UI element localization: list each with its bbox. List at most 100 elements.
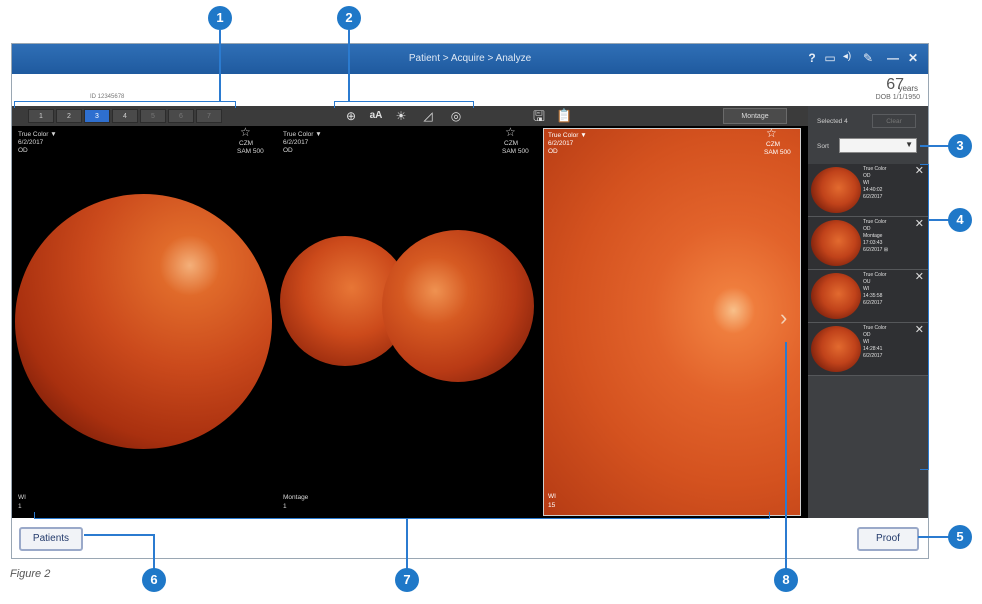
next-image-chevron-icon[interactable]: › [780,305,787,331]
thumbnail-image [811,167,861,213]
sort-label: Sort [817,143,829,150]
callout-bracket-1-right [235,101,236,108]
callout-5: 5 [948,525,972,549]
clipboard-icon[interactable]: 📋 [556,108,572,124]
page-button-1[interactable]: 1 [28,109,54,123]
thumbnail-item[interactable]: True Color OD WI 14:40:02 6/2/2017 ✕ [808,164,928,217]
pane-device: CZM [239,140,254,147]
patients-button[interactable]: Patients [19,527,83,551]
callout-1: 1 [208,6,232,30]
age-unit: years [898,84,918,93]
pane-mode[interactable]: True Color ▼ [283,131,322,139]
pane-eye: OD [548,148,558,155]
image-pane-1[interactable]: True Color ▼ 6/2/2017 OD ☆ CZM SAM 500 W… [12,126,277,518]
page-button-6[interactable]: 6 [168,109,194,123]
thumbnail-item[interactable]: True Color OD WI 14:28:41 6/2/2017 ✕ [808,323,928,376]
pane-mode[interactable]: True Color ▼ [548,132,587,140]
pane-device: CZM [766,141,781,148]
callout-line-6a [84,534,154,536]
text-size-icon[interactable]: aA [368,108,384,124]
expand-icon[interactable]: ⊞ [884,247,888,253]
page-button-4[interactable]: 4 [112,109,138,123]
fundus-image-1 [15,194,272,449]
minimize-icon[interactable]: — [886,51,900,65]
favorite-star-icon[interactable]: ☆ [240,126,251,138]
callout-line-6b [153,534,155,570]
pane-device: CZM [504,140,519,147]
callout-line-8 [785,342,787,570]
thumbnail-item[interactable]: True Color OU WI 14:35:58 6/2/2017 ✕ [808,270,928,323]
thumbnail-info: True Color OD WI 14:28:41 6/2/2017 [863,325,887,359]
callout-bracket-7-left [34,512,35,519]
callout-bracket-4 [928,164,929,470]
pane-type: WI [548,493,556,500]
montage-image-right [382,230,534,382]
speaker-icon[interactable]: ◂) [840,51,854,62]
image-pane-2[interactable]: True Color ▼ 6/2/2017 OD ☆ CZM SAM 500 M… [277,126,542,518]
pane-type: Montage [283,494,309,501]
brightness-icon[interactable]: ☀ [393,108,409,124]
callout-line-1 [219,30,221,102]
callout-bracket-7 [34,518,770,519]
callout-bracket-4-bottom [920,469,929,470]
montage-button[interactable]: Montage [723,108,787,124]
bottom-bar: Patients Proof [12,518,928,558]
thumbnail-info: True Color OD WI 14:40:02 6/2/2017 [863,166,887,200]
maximize-icon[interactable]: ▭ [823,51,837,65]
callout-bracket-7-right [769,512,770,519]
pane-number: 15 [548,502,556,509]
page-button-2[interactable]: 2 [56,109,82,123]
callout-bracket-2 [334,101,474,102]
thumbnail-image [811,273,861,319]
help-icon[interactable]: ? [805,51,819,65]
callout-3: 3 [948,134,972,158]
callout-line-5 [918,536,952,538]
pane-mode[interactable]: True Color ▼ [18,131,57,139]
rotate-icon[interactable]: ◎ [448,108,464,124]
zoom-icon[interactable]: ⊕ [343,108,359,124]
favorite-star-icon[interactable]: ☆ [505,126,516,138]
figure-caption: Figure 2 [10,568,51,580]
callout-7: 7 [395,568,419,592]
favorite-star-icon[interactable]: ☆ [766,127,777,139]
thumbnail-item[interactable]: True Color OD Montage 17:03:43 6/2/2017 ⊞ ✕ [808,217,928,270]
callout-2: 2 [337,6,361,30]
pane-type: WI [18,494,26,501]
thumbnail-image [811,326,861,372]
callout-line-2 [348,30,350,102]
remove-thumbnail-icon[interactable]: ✕ [915,217,924,230]
viewer-toolbar: 1 2 3 4 5 6 7 ⊕ aA ☀ ◿ ◎ 🖫 📋 Montage [12,106,808,126]
callout-line-7 [406,518,408,570]
image-pane-3[interactable]: True Color ▼ 6/2/2017 OD ☆ CZM SAM 500 ›… [543,127,801,516]
page-button-5[interactable]: 5 [140,109,166,123]
pane-number: 1 [18,503,22,510]
sort-dropdown[interactable]: ▼ [839,138,917,153]
close-icon[interactable]: ✕ [906,51,920,65]
callout-bracket-4-top [920,164,929,165]
page-button-3[interactable]: 3 [84,109,110,123]
pane-eye: OD [18,147,28,154]
callout-6: 6 [142,568,166,592]
wrench-icon[interactable]: ✎ [861,51,875,65]
page-button-7[interactable]: 7 [196,109,222,123]
callout-4: 4 [948,208,972,232]
app-window: Patient > Acquire > Analyze ? ▭ ◂) ✎ — ✕… [11,43,929,559]
chevron-down-icon: ▼ [905,140,913,149]
callout-bracket-2-left [334,101,335,108]
window-title: Patient > Acquire > Analyze [408,53,532,64]
proof-button[interactable]: Proof [857,527,919,551]
callout-bracket-1-left [14,101,15,108]
histogram-icon[interactable]: ◿ [420,108,436,124]
remove-thumbnail-icon[interactable]: ✕ [915,164,924,177]
image-sidebar: Selected 4 Clear Sort ▼ True Color OD WI 14… [808,106,928,518]
save-icon[interactable]: 🖫 [531,108,547,124]
image-viewer: True Color ▼ 6/2/2017 OD ☆ CZM SAM 500 W… [12,126,808,518]
remove-thumbnail-icon[interactable]: ✕ [915,323,924,336]
callout-8: 8 [774,568,798,592]
patient-id: ID 12345678 [90,94,125,100]
pane-model: SAM 500 [502,148,529,155]
clear-button[interactable]: Clear [872,114,916,128]
pane-number: 1 [283,503,287,510]
pane-date: 6/2/2017 [548,140,574,147]
remove-thumbnail-icon[interactable]: ✕ [915,270,924,283]
